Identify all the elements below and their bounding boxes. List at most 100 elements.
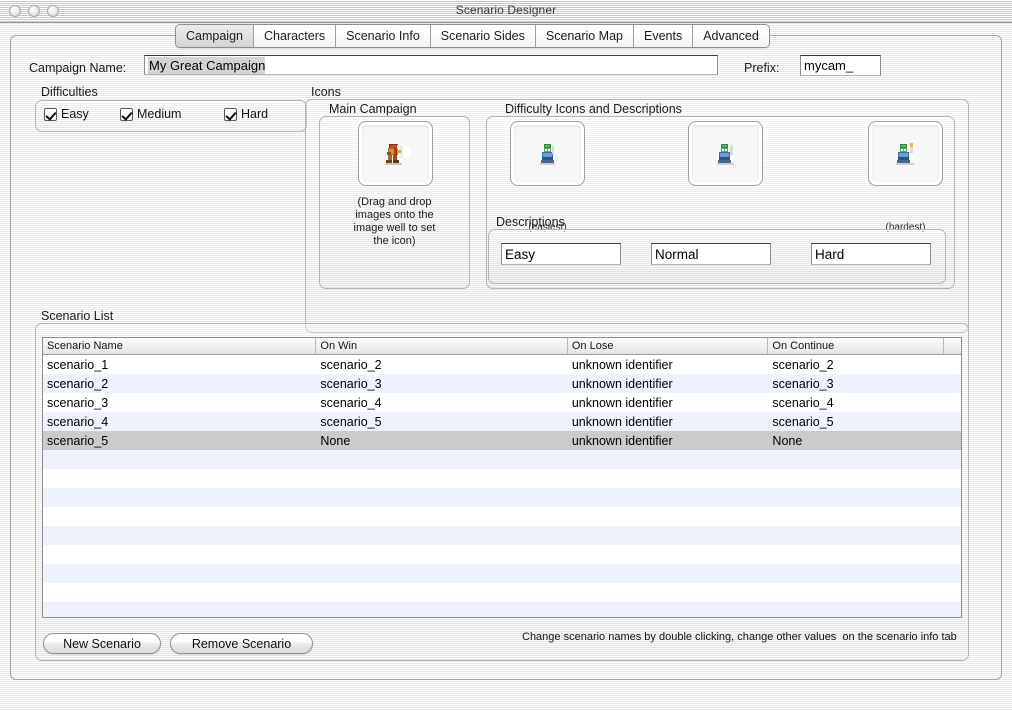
table-cell-on_win[interactable] xyxy=(316,507,567,526)
checkbox-easy-box[interactable] xyxy=(44,107,57,121)
table-cell-extra[interactable] xyxy=(944,526,961,545)
table-cell-on_continue[interactable] xyxy=(768,583,944,602)
table-cell-extra[interactable] xyxy=(944,469,961,488)
table-row[interactable] xyxy=(43,564,961,583)
description-hard-input[interactable]: Hard xyxy=(811,243,931,265)
checkbox-hard-box[interactable] xyxy=(224,107,237,121)
table-cell-on_lose[interactable] xyxy=(568,469,769,488)
table-row[interactable]: scenario_3 scenario_4 unknown identifier sc… xyxy=(43,393,961,412)
table-cell-name[interactable] xyxy=(43,583,316,602)
description-easy-input[interactable]: Easy xyxy=(501,243,621,265)
table-cell-on_continue[interactable]: scenario_3 xyxy=(768,374,944,393)
table-cell-on_win[interactable] xyxy=(316,583,567,602)
table-cell-on_continue[interactable] xyxy=(768,507,944,526)
table-cell-on_win[interactable] xyxy=(316,564,567,583)
table-cell-on_lose[interactable] xyxy=(568,526,769,545)
table-cell-name[interactable] xyxy=(43,564,316,583)
difficulty-sprite-normal-icon[interactable] xyxy=(689,122,762,185)
table-cell-name[interactable] xyxy=(43,602,316,617)
table-cell-extra[interactable] xyxy=(944,583,961,602)
table-cell-on_win[interactable] xyxy=(316,450,567,469)
table-cell-on_lose[interactable] xyxy=(568,488,769,507)
campaign-sprite-icon[interactable] xyxy=(359,122,432,185)
column-header-on-win[interactable]: On Win xyxy=(316,338,568,354)
tab-scenario-sides[interactable]: Scenario Sides xyxy=(430,25,536,47)
table-cell-name[interactable]: scenario_3 xyxy=(43,393,316,412)
table-cell-on_continue[interactable]: None xyxy=(768,431,944,450)
table-row[interactable] xyxy=(43,450,961,469)
table-cell-on_continue[interactable]: scenario_2 xyxy=(768,355,944,374)
campaign-name-input[interactable]: My Great Campaign xyxy=(144,55,718,75)
table-cell-on_continue[interactable]: scenario_5 xyxy=(768,412,944,431)
tab-campaign[interactable]: Campaign xyxy=(176,25,254,47)
table-cell-on_win[interactable] xyxy=(316,488,567,507)
table-cell-on_win[interactable] xyxy=(316,469,567,488)
table-cell-extra[interactable] xyxy=(944,564,961,583)
column-header-on-continue[interactable]: On Continue xyxy=(768,338,945,354)
table-cell-on_lose[interactable] xyxy=(568,564,769,583)
table-cell-extra[interactable] xyxy=(944,507,961,526)
table-cell-name[interactable] xyxy=(43,507,316,526)
window-titlebar[interactable]: Scenario Designer xyxy=(0,0,1012,23)
table-row[interactable] xyxy=(43,526,961,545)
table-cell-on_win[interactable]: scenario_5 xyxy=(316,412,567,431)
table-cell-on_continue[interactable] xyxy=(768,469,944,488)
tab-scenario-info[interactable]: Scenario Info xyxy=(336,25,431,47)
column-header-on-lose[interactable]: On Lose xyxy=(568,338,769,354)
table-cell-on_win[interactable] xyxy=(316,545,567,564)
column-header-scenario-name[interactable]: Scenario Name xyxy=(43,338,317,354)
table-row[interactable]: scenario_2 scenario_3 unknown identifier sc… xyxy=(43,374,961,393)
table-cell-name[interactable] xyxy=(43,526,316,545)
tab-scenario-map[interactable]: Scenario Map xyxy=(535,25,634,47)
table-cell-on_continue[interactable] xyxy=(768,602,944,617)
table-cell-extra[interactable] xyxy=(944,450,961,469)
table-cell-on_continue[interactable]: scenario_4 xyxy=(768,393,944,412)
tab-events[interactable]: Events xyxy=(634,25,694,47)
checkbox-easy[interactable]: Easy xyxy=(44,107,89,121)
table-cell-on_lose[interactable] xyxy=(568,450,769,469)
description-normal-input[interactable]: Normal xyxy=(651,243,771,265)
tab-characters[interactable]: Characters xyxy=(253,25,337,47)
table-row[interactable] xyxy=(43,583,961,602)
difficulty-sprite-easy-icon[interactable] xyxy=(511,122,584,185)
table-row[interactable]: scenario_4 scenario_5 unknown identifier sc… xyxy=(43,412,961,431)
table-cell-on_continue[interactable] xyxy=(768,545,944,564)
difficulty-sprite-hard-icon[interactable] xyxy=(869,122,942,185)
table-cell-on_win[interactable] xyxy=(316,526,567,545)
table-cell-on_continue[interactable] xyxy=(768,526,944,545)
table-cell-extra[interactable] xyxy=(944,374,961,393)
table-cell-on_lose[interactable]: unknown identifier xyxy=(568,412,769,431)
table-cell-extra[interactable] xyxy=(944,412,961,431)
table-cell-on_lose[interactable]: unknown identifier xyxy=(568,393,769,412)
table-cell-name[interactable]: scenario_4 xyxy=(43,412,316,431)
table-row[interactable] xyxy=(43,469,961,488)
table-row[interactable] xyxy=(43,602,961,617)
table-cell-on_lose[interactable]: unknown identifier xyxy=(568,374,769,393)
table-cell-on_continue[interactable] xyxy=(768,564,944,583)
table-cell-extra[interactable] xyxy=(944,488,961,507)
table-cell-on_lose[interactable]: unknown identifier xyxy=(568,431,769,450)
new-scenario-button[interactable]: New Scenario xyxy=(43,633,161,654)
remove-scenario-button[interactable]: Remove Scenario xyxy=(170,633,313,654)
table-row[interactable]: scenario_5 None unknown identifier None xyxy=(43,431,961,450)
prefix-input[interactable]: mycam_ xyxy=(800,55,881,76)
table-cell-name[interactable]: scenario_5 xyxy=(43,431,316,450)
table-cell-on_lose[interactable] xyxy=(568,602,769,617)
table-cell-name[interactable] xyxy=(43,488,316,507)
table-cell-on_win[interactable]: scenario_2 xyxy=(316,355,567,374)
table-cell-on_lose[interactable] xyxy=(568,583,769,602)
table-cell-on_win[interactable]: None xyxy=(316,431,567,450)
table-row[interactable] xyxy=(43,545,961,564)
table-row[interactable] xyxy=(43,488,961,507)
table-cell-extra[interactable] xyxy=(944,602,961,617)
table-cell-name[interactable] xyxy=(43,545,316,564)
table-cell-on_lose[interactable] xyxy=(568,545,769,564)
table-cell-extra[interactable] xyxy=(944,545,961,564)
table-cell-on_continue[interactable] xyxy=(768,450,944,469)
table-cell-on_lose[interactable] xyxy=(568,507,769,526)
scenario-table[interactable]: Scenario Name On Win On Lose On Continue… xyxy=(42,337,962,618)
table-cell-on_win[interactable]: scenario_4 xyxy=(316,393,567,412)
tab-advanced[interactable]: Advanced xyxy=(693,25,769,47)
table-cell-on_win[interactable] xyxy=(316,602,567,617)
table-cell-name[interactable] xyxy=(43,450,316,469)
